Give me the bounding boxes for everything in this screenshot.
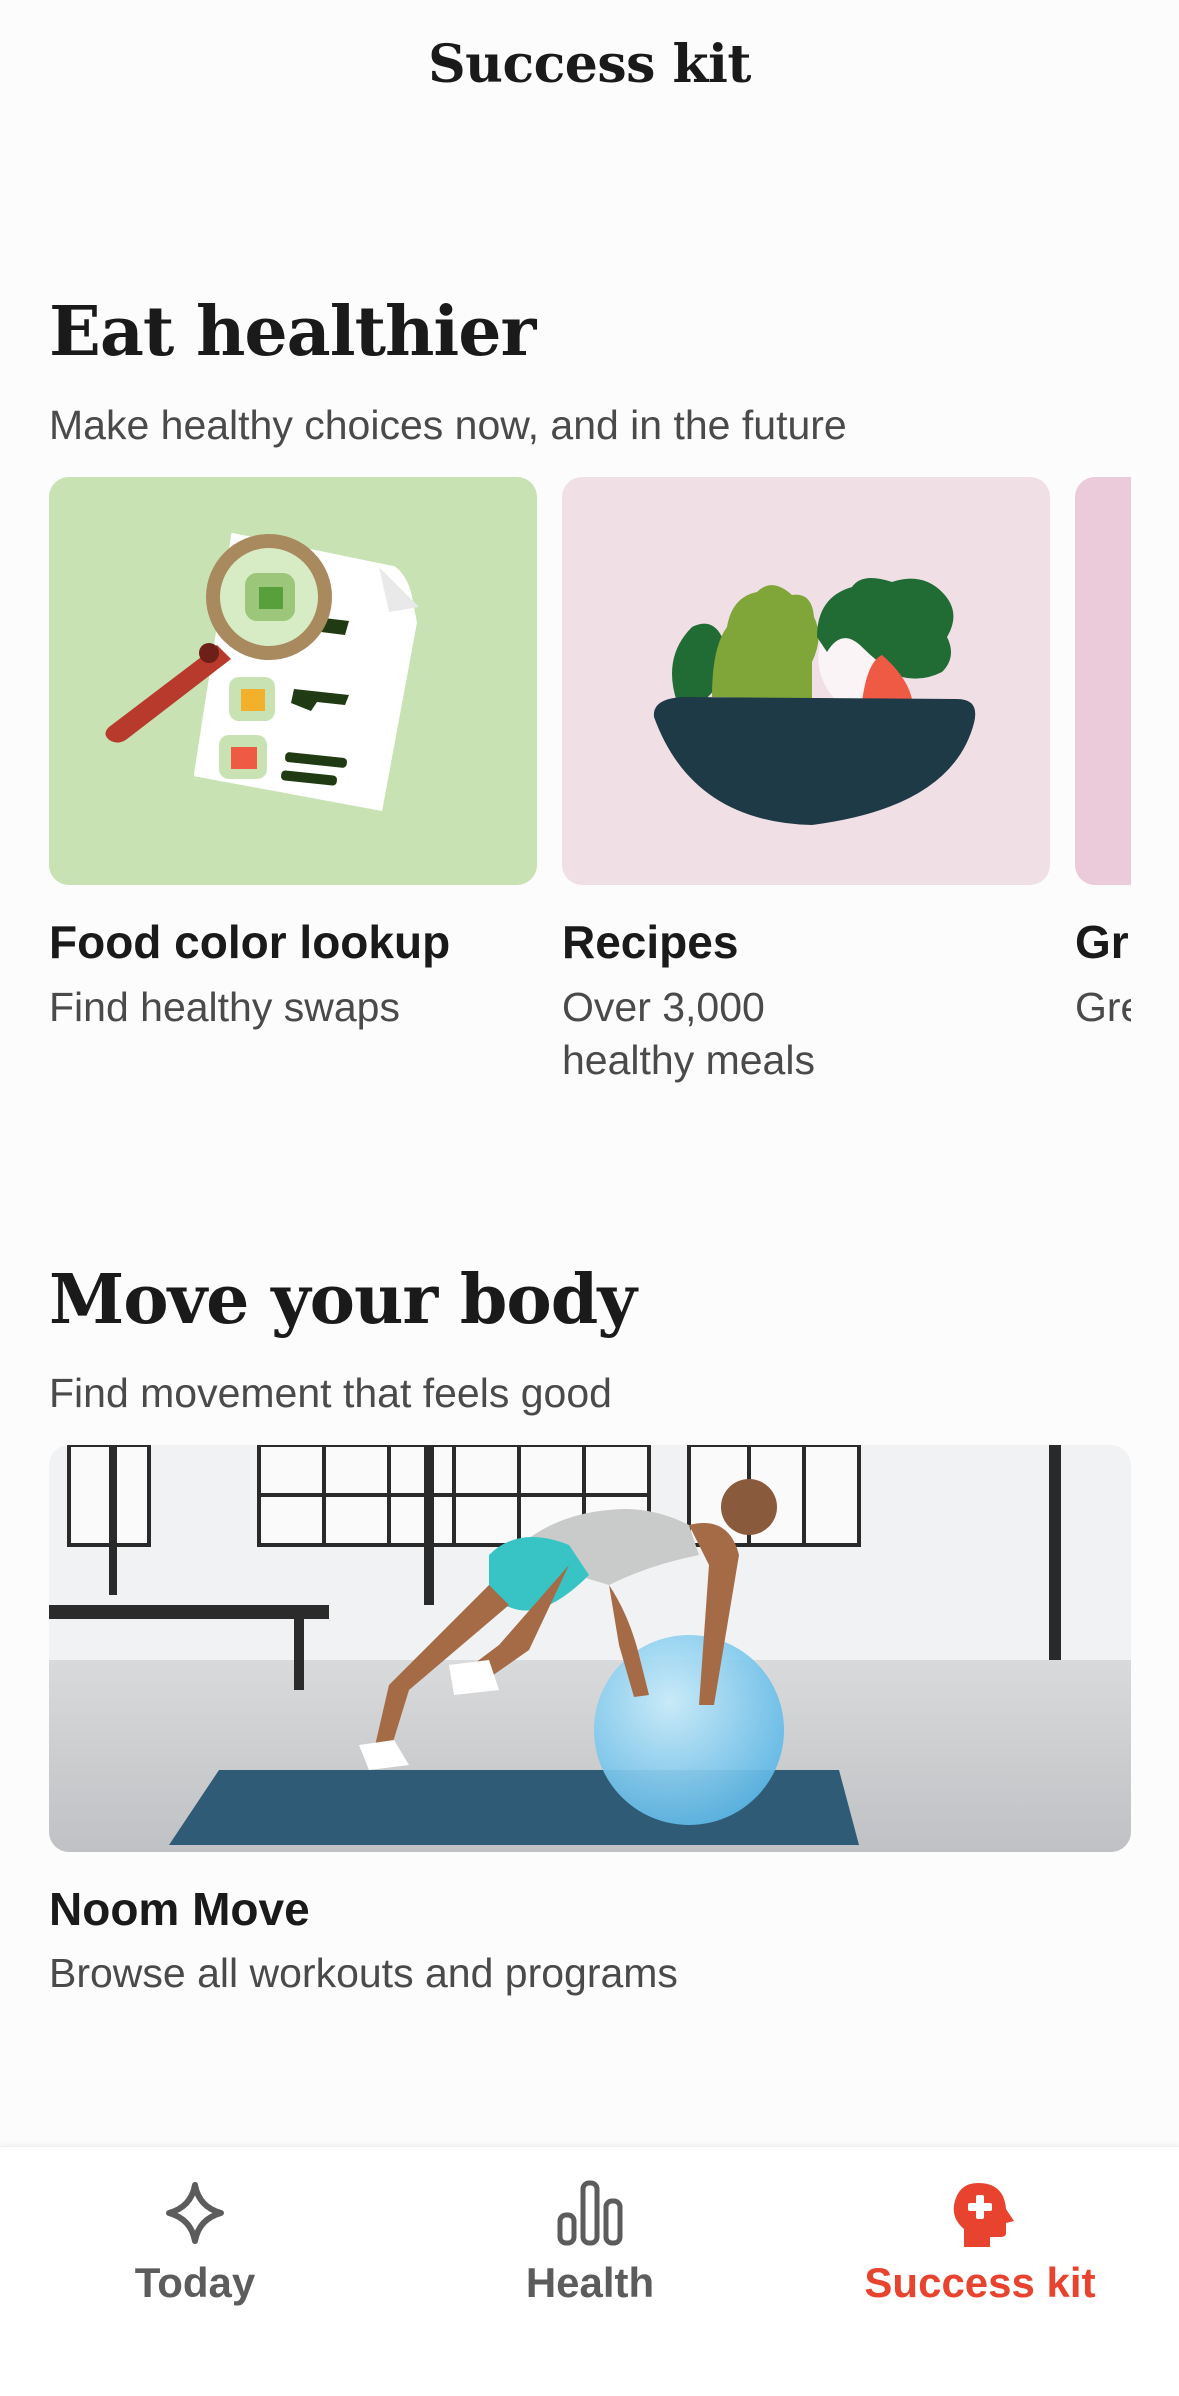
salad-bowl-icon (562, 477, 1050, 885)
section-title-eat: Eat healthier (49, 292, 536, 372)
card-food-color-lookup[interactable]: Food color lookup Find healthy swaps (49, 477, 537, 1034)
card-subtitle: Gre (1075, 984, 1131, 1030)
sparkle-icon (159, 2177, 231, 2249)
nav-label: Success kit (864, 2259, 1096, 2306)
nav-tab-today[interactable]: Today (45, 2177, 345, 2307)
nav-tab-health[interactable]: Health (440, 2177, 740, 2307)
card-partial[interactable]: Gr Gre (1075, 477, 1131, 1034)
card-title: Food color lookup (49, 916, 451, 968)
workout-photo (49, 1445, 1131, 1852)
card-recipes[interactable]: Recipes Over 3,000 healthy meals (562, 477, 1050, 1087)
card-title: Gr (1075, 916, 1129, 968)
card-title: Noom Move (49, 1883, 310, 1935)
nav-tab-success-kit[interactable]: Success kit (830, 2177, 1130, 2307)
card-subtitle: Browse all workouts and programs (49, 1950, 678, 1996)
card-title: Recipes (562, 916, 739, 968)
bottom-nav: Today Health Success kit (0, 2146, 1179, 2396)
card-noom-move[interactable]: Noom Move Browse all workouts and progra… (49, 1445, 1131, 1997)
nav-label: Health (525, 2259, 655, 2306)
bar-chart-icon (554, 2177, 626, 2249)
nav-label: Today (134, 2259, 256, 2306)
card-subtitle: Find healthy swaps (49, 984, 400, 1030)
card-subtitle: Over 3,000 healthy meals (562, 984, 815, 1083)
section-subtitle-move: Find movement that feels good (49, 1370, 612, 1416)
head-plus-icon (944, 2177, 1016, 2249)
section-subtitle-eat: Make healthy choices now, and in the fut… (49, 402, 847, 448)
eat-carousel[interactable]: Food color lookup Find healthy swaps Rec… (49, 477, 1131, 1117)
success-kit-screen: Success kit Eat healthier Make healthy c… (0, 0, 1179, 2396)
section-title-move: Move your body (49, 1260, 637, 1340)
magnifier-menu-icon (49, 477, 537, 885)
page-title: Success kit (428, 34, 751, 95)
card-art (1075, 477, 1131, 885)
